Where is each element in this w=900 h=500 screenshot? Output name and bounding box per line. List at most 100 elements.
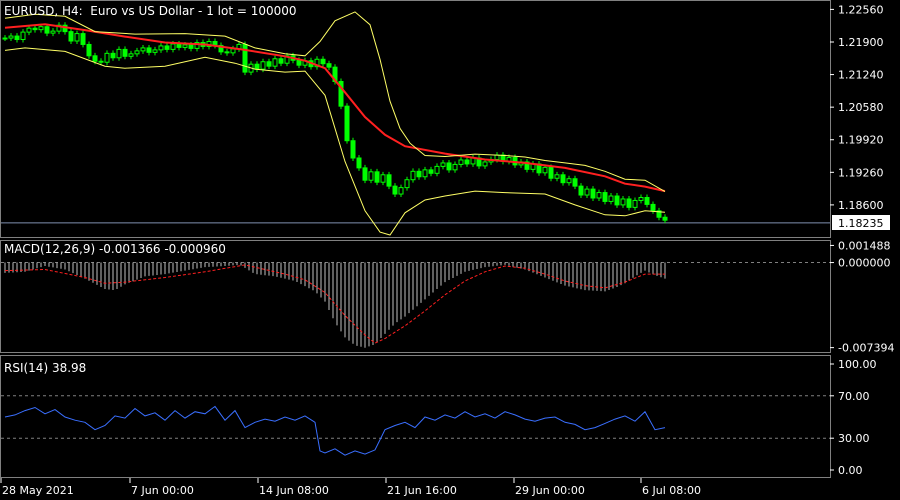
time-axis[interactable]: 28 May 2021 7 Jun 00:00 14 Jun 08:00 21 Jun…	[0, 478, 701, 497]
macd-axis: 0.001488 0.000000 -0.007394	[830, 239, 894, 355]
candle-body	[584, 188, 590, 196]
candle-body	[230, 48, 236, 54]
candle-body	[368, 171, 374, 181]
candle-body	[86, 43, 92, 57]
candle-body	[38, 26, 44, 31]
macd-panel[interactable]	[1, 262, 830, 348]
macd-tick-label: 0.001488	[838, 239, 891, 252]
candle-body	[398, 187, 404, 195]
candle-body	[74, 33, 80, 42]
candle-body	[272, 58, 278, 67]
rsi-tick-label: 100.00	[838, 358, 877, 371]
time-tick-label: 28 May 2021	[2, 484, 74, 497]
candle-body	[440, 162, 446, 167]
candle-body	[110, 52, 116, 59]
candle-body	[278, 58, 284, 64]
candle-body	[644, 196, 650, 205]
price-tick-label: 1.21900	[838, 36, 884, 49]
candle-body	[404, 179, 410, 189]
candle-body	[2, 37, 8, 40]
candle-body	[32, 27, 38, 31]
candle-body	[326, 63, 332, 68]
price-tick-label: 1.20580	[838, 101, 884, 114]
price-panel[interactable]	[1, 11, 830, 236]
candle-body	[572, 178, 578, 187]
candle-body	[296, 59, 302, 66]
candle-body	[578, 185, 584, 196]
rsi-panel[interactable]	[1, 395, 830, 456]
price-tick-label: 1.22560	[838, 3, 884, 16]
candle-body	[350, 140, 356, 159]
candle-body	[176, 43, 182, 48]
candle-body	[20, 31, 26, 41]
time-tick-label: 14 Jun 08:00	[259, 484, 329, 497]
candle-body	[242, 43, 248, 73]
candle-body	[626, 198, 632, 208]
price-tick-label: 1.19920	[838, 134, 884, 147]
macd-signal-line	[4, 264, 665, 344]
candle-body	[374, 171, 380, 183]
price-tick-label: 1.18600	[838, 199, 884, 212]
candle-body	[620, 198, 626, 206]
candle-body	[428, 169, 434, 174]
candle-body	[650, 203, 656, 212]
candle-body	[596, 192, 602, 199]
candle-body	[554, 174, 560, 179]
candle-body	[152, 49, 158, 53]
macd-panel-frame	[0, 240, 831, 353]
candle-body	[170, 43, 176, 50]
candle-body	[134, 50, 140, 55]
candle-body	[386, 174, 392, 187]
candle-body	[560, 174, 566, 184]
candle-body	[140, 47, 146, 52]
candle-body	[254, 63, 260, 70]
candle-body	[80, 33, 86, 45]
rsi-tick-label: 0.00	[838, 464, 863, 477]
candle-body	[422, 169, 428, 178]
candle-body	[44, 26, 50, 34]
candle-body	[416, 170, 422, 178]
candle-body	[458, 159, 464, 165]
time-tick-label: 21 Jun 16:00	[387, 484, 457, 497]
candle-body	[392, 185, 398, 195]
time-tick-label: 29 Jun 00:00	[515, 484, 585, 497]
rsi-panel-frame	[0, 355, 831, 478]
macd-tick-label: 0.000000	[838, 257, 891, 270]
candle-body	[8, 35, 14, 39]
candle-body	[614, 195, 620, 206]
candle-body	[92, 55, 98, 62]
candle-body	[356, 157, 362, 169]
rsi-tick-label: 70.00	[838, 390, 870, 403]
candle-body	[116, 48, 122, 59]
candle-body	[344, 105, 350, 142]
candle-body	[320, 58, 326, 65]
rsi-axis: 100.00 70.00 30.00 0.00	[830, 358, 877, 477]
rsi-line	[4, 405, 666, 456]
candle-body	[662, 216, 668, 221]
moving-average-line	[4, 23, 666, 193]
candle-body	[566, 178, 572, 184]
candle-body	[266, 61, 272, 67]
candle-body	[188, 44, 194, 49]
macd-label: MACD(12,26,9) -0.001366 -0.000960	[4, 242, 226, 256]
macd-tick-label: -0.007394	[838, 342, 894, 355]
candle-body	[548, 166, 554, 179]
candle-body	[464, 159, 470, 165]
candle-body	[452, 163, 458, 171]
candle-body	[122, 48, 128, 57]
candle-body	[128, 53, 134, 57]
candle-body	[434, 165, 440, 174]
candle-body	[446, 162, 452, 171]
price-axis[interactable]: 1.22560 1.21900 1.21240 1.20580 1.19920 1.192…	[830, 3, 884, 212]
rsi-tick-label: 30.00	[838, 432, 870, 445]
chart-title: EURUSD, H4: Euro vs US Dollar - 1 lot = …	[4, 4, 297, 18]
candle-body	[632, 199, 638, 208]
candle-body	[68, 31, 74, 42]
bollinger-upper-band	[4, 11, 666, 193]
candle-body	[164, 45, 170, 50]
time-tick-label: 6 Jul 08:00	[642, 484, 701, 497]
candle-body	[362, 167, 368, 181]
candle-body	[542, 166, 548, 174]
price-tick-label: 1.21240	[838, 69, 884, 82]
price-tick-label: 1.19260	[838, 166, 884, 179]
